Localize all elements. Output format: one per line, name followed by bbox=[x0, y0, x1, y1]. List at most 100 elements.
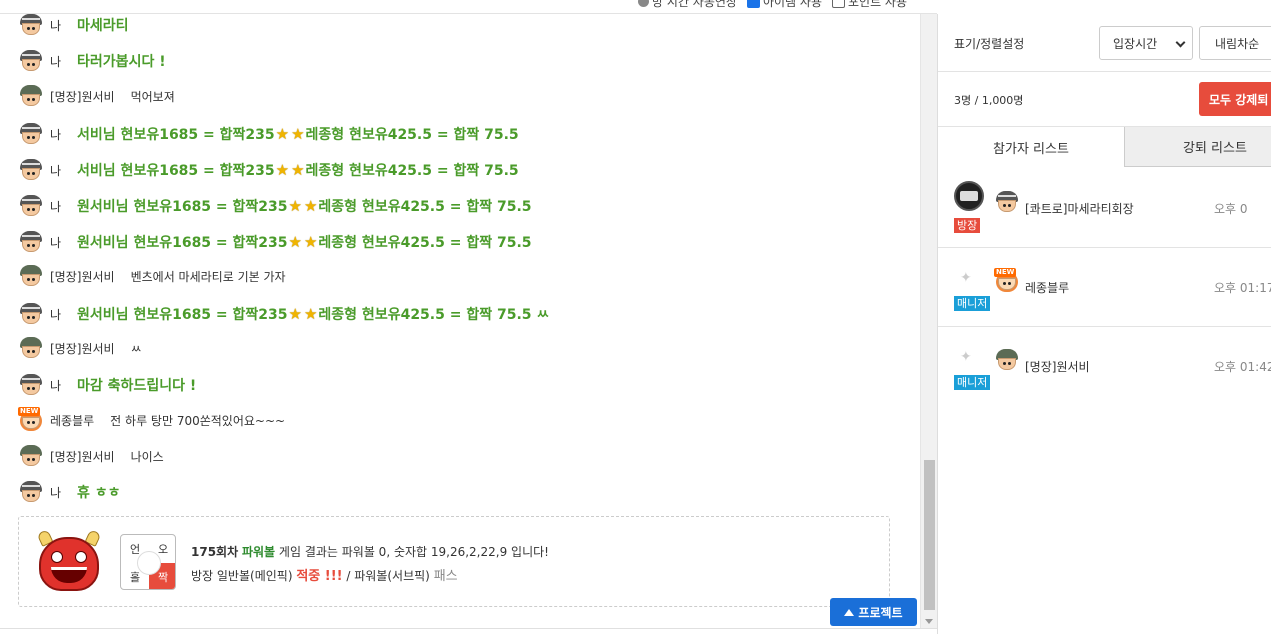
chat-nick: 나 bbox=[50, 54, 62, 69]
tab-participants[interactable]: 참가자 리스트 bbox=[938, 127, 1124, 167]
point-use-option[interactable]: 포인트 사용 bbox=[831, 0, 907, 10]
item-use-checkbox[interactable] bbox=[746, 0, 760, 8]
hit-label: 적중 !!! bbox=[296, 569, 343, 584]
star-icon: ★ bbox=[275, 161, 290, 179]
tab-kicked[interactable]: 강퇴 리스트 bbox=[1124, 127, 1271, 167]
member-row[interactable]: ✦ 매니저 NEW 레종블루 오후 01:17 bbox=[938, 248, 1271, 327]
result-description: 게임 결과는 파워볼 0, 숫자합 19,26,2,22,9 입니다! bbox=[278, 545, 549, 559]
member-row[interactable]: ✦ 매니저 [명장]원서비 오후 01:42 bbox=[938, 327, 1271, 406]
member-name: [명장]원서비 bbox=[1025, 360, 1090, 374]
chat-message: 나 원서비님 현보유1685 = 합짝235 ★ ★ 레종형 현보유425.5 =… bbox=[18, 193, 532, 219]
chat-message: [명장]원서비 벤츠에서 마세라티로 기본 가자 bbox=[18, 263, 286, 289]
chat-text-b: 레종형 현보유425.5 = 합짝 75.5 bbox=[318, 235, 532, 251]
devil-mascot-icon bbox=[33, 529, 105, 593]
join-time: 오후 01:42 bbox=[1214, 360, 1271, 374]
scroll-down-icon[interactable] bbox=[925, 619, 933, 624]
count-row: 3명 / 1,000명 모두 강제퇴 bbox=[938, 72, 1271, 127]
soldier-avatar-icon bbox=[18, 14, 44, 36]
item-use-option[interactable]: 아이템 사용 bbox=[746, 0, 822, 10]
chat-message: [명장]원서비 나이스 bbox=[18, 443, 164, 469]
chat-nick: 나 bbox=[50, 199, 62, 214]
chat-scrollbar[interactable] bbox=[920, 14, 937, 628]
chat-text-a: 원서비님 현보유1685 = 합짝235 bbox=[77, 199, 288, 215]
kick-all-label: 모두 강제퇴 bbox=[1209, 92, 1269, 107]
app-root: 방 시간 자동연장 아이템 사용 포인트 사용 나 마세라티 나 타러가봅시다 … bbox=[0, 0, 1271, 634]
point-use-checkbox[interactable] bbox=[831, 0, 845, 8]
chat-nick: 나 bbox=[50, 307, 62, 322]
participant-count: 3명 / 1,000명 bbox=[954, 94, 1024, 107]
chat-message: [명장]원서비 먹어보져 bbox=[18, 83, 175, 109]
result-line-2: 방장 일반볼(메인픽) 적중 !!! / 파워볼(서브픽) 패스 bbox=[191, 565, 458, 584]
soldier-avatar-icon bbox=[18, 303, 44, 325]
rank-badge-icon bbox=[954, 181, 984, 211]
chat-nick: [명장]원서비 bbox=[50, 89, 115, 104]
sub-pick-label: / 파워볼(서브픽) bbox=[346, 569, 430, 583]
info-icon bbox=[638, 0, 650, 7]
member-name: [콰트로]마세라티회장 bbox=[1025, 202, 1134, 216]
soldier-avatar-icon bbox=[18, 50, 44, 72]
soldier-avatar-icon bbox=[18, 337, 44, 359]
chat-text-b: 레종형 현보유425.5 = 합짝 75.5 ㅆ bbox=[318, 307, 550, 323]
sort-settings-label: 표기/정렬설정 bbox=[954, 37, 1025, 51]
list-tabs: 참가자 리스트 강퇴 리스트 bbox=[938, 127, 1271, 167]
chat-message: 나 서비님 현보유1685 = 합짝235 ★ ★ 레종형 현보유425.5 = … bbox=[18, 121, 519, 147]
star-icon: ★ bbox=[288, 197, 302, 215]
participants-panel: 표기/정렬설정 입장시간 내림차순 3명 / 1,000명 모두 강제퇴 참가자… bbox=[937, 14, 1271, 634]
star-icon: ★ bbox=[291, 125, 305, 143]
chat-nick: [명장]원서비 bbox=[50, 449, 115, 464]
tab-kicked-label: 강퇴 리스트 bbox=[1183, 141, 1247, 156]
star-icon: ★ bbox=[288, 233, 302, 251]
chat-nick: 나 bbox=[50, 163, 62, 178]
member-row[interactable]: 방장 [콰트로]마세라티회장 오후 0 bbox=[938, 169, 1271, 248]
chat-text: ㅆ bbox=[130, 341, 142, 356]
chat-message: 나 휴 ㅎㅎ bbox=[18, 479, 121, 505]
game-name: 파워볼 bbox=[241, 545, 276, 559]
pass-label: 패스 bbox=[433, 569, 458, 584]
rank-placeholder-icon: ✦ bbox=[960, 270, 972, 286]
chat-nick: 레종블루 bbox=[50, 413, 95, 428]
chat-nick: 나 bbox=[50, 235, 62, 250]
chat-nick: 나 bbox=[50, 18, 62, 33]
chat-nick: 나 bbox=[50, 485, 62, 500]
chat-text: 휴 ㅎㅎ bbox=[77, 485, 121, 501]
scrollbar-thumb[interactable] bbox=[924, 460, 935, 610]
powerball-result-icon: 언 오 홀 짝 bbox=[120, 534, 176, 590]
chat-text-b: 레종형 현보유425.5 = 합짝 75.5 bbox=[318, 199, 532, 215]
main-pick-label: 방장 일반볼(메인픽) bbox=[191, 569, 293, 583]
role-badge: 매니저 bbox=[954, 296, 991, 311]
chat-message: 나 원서비님 현보유1685 = 합짝235 ★ ★ 레종형 현보유425.5 =… bbox=[18, 229, 532, 255]
protect-button[interactable]: 프로젝트 bbox=[830, 598, 917, 626]
soldier-avatar-icon bbox=[18, 85, 44, 107]
chat-message: 나 타러가봅시다 ! bbox=[18, 48, 166, 74]
chat-message: 나 서비님 현보유1685 = 합짝235 ★ ★ 레종형 현보유425.5 = … bbox=[18, 157, 519, 183]
sort-select-value: 입장시간 bbox=[1113, 36, 1158, 51]
chat-text-a: 서비님 현보유1685 = 합짝235 bbox=[77, 127, 275, 143]
point-use-label: 포인트 사용 bbox=[847, 0, 907, 9]
kick-all-button[interactable]: 모두 강제퇴 bbox=[1199, 82, 1271, 116]
chat-text: 마감 축하드립니다 ! bbox=[77, 378, 197, 394]
sort-settings-row: 표기/정렬설정 입장시간 내림차순 bbox=[938, 14, 1271, 72]
star-icon: ★ bbox=[275, 125, 290, 143]
auto-extend-option[interactable]: 방 시간 자동연장 bbox=[638, 0, 737, 10]
chat-options-bar: 방 시간 자동연장 아이템 사용 포인트 사용 bbox=[0, 0, 937, 14]
item-use-label: 아이템 사용 bbox=[762, 0, 822, 9]
chat-nick: [명장]원서비 bbox=[50, 341, 115, 356]
chat-text: 타러가봅시다 ! bbox=[77, 54, 166, 70]
sort-select[interactable]: 입장시간 bbox=[1099, 26, 1193, 60]
chat-text: 마세라티 bbox=[77, 18, 129, 34]
chat-text: 나이스 bbox=[130, 449, 164, 464]
role-badge: 방장 bbox=[954, 218, 981, 233]
descending-button[interactable]: 내림차순 bbox=[1199, 26, 1271, 60]
protect-button-label: 프로젝트 bbox=[858, 605, 903, 620]
soldier-avatar-icon bbox=[994, 191, 1020, 213]
soldier-avatar-icon bbox=[18, 265, 44, 287]
result-line-1: 175회차 파워볼 게임 결과는 파워볼 0, 숫자합 19,26,2,22,9… bbox=[191, 543, 549, 560]
chat-message: 나 마세라티 bbox=[18, 14, 129, 38]
tab-participants-label: 참가자 리스트 bbox=[993, 141, 1069, 157]
chat-text-b: 레종형 현보유425.5 = 합짝 75.5 bbox=[305, 127, 519, 143]
soldier-avatar-icon bbox=[18, 445, 44, 467]
member-name: 레종블루 bbox=[1025, 281, 1070, 295]
star-icon: ★ bbox=[288, 305, 302, 323]
soldier-avatar-icon bbox=[18, 231, 44, 253]
divider bbox=[0, 628, 937, 629]
